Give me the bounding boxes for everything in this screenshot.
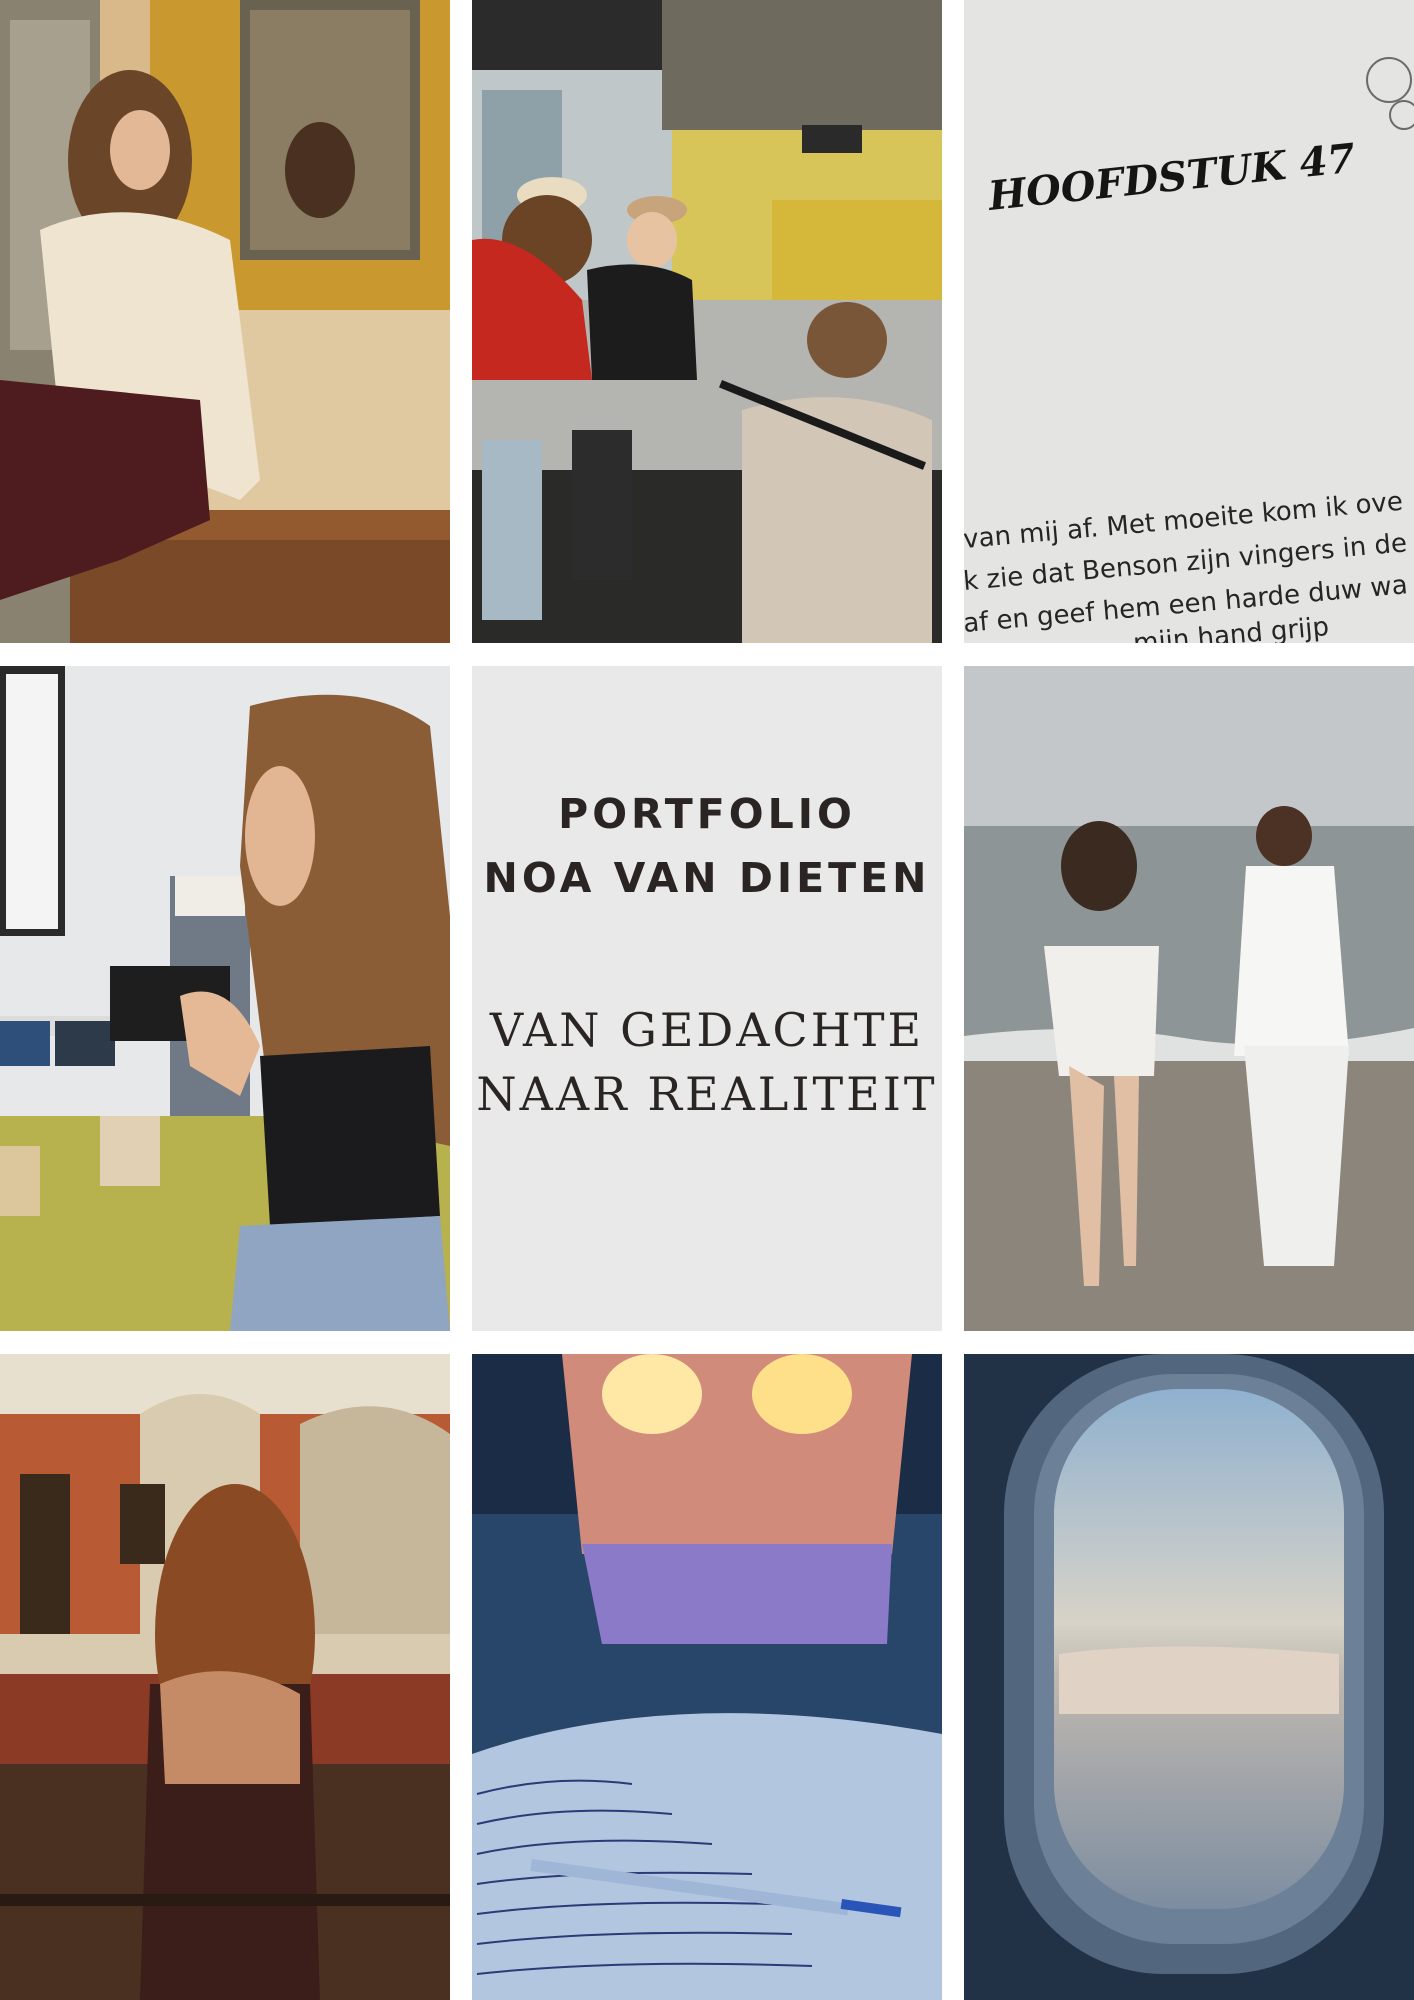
portfolio-title-card: PORTFOLIO NOA VAN DIETEN VAN GEDACHTE NA…	[472, 666, 942, 1331]
photo-hotel-atrium	[0, 1354, 450, 2000]
photo-script-reading	[472, 0, 942, 643]
subtitle-line-1: VAN GEDACHTE	[489, 1003, 925, 1057]
photo-beach-couple	[964, 666, 1414, 1331]
photo-mirror-portrait	[0, 0, 450, 643]
subtitle-line-2: NAAR REALITEIT	[476, 1067, 938, 1121]
photo-candle-letter	[472, 1354, 942, 2000]
photo-book-page: HOOFDSTUK 47 van mij af. Met moeite kom …	[964, 0, 1414, 643]
photo-airplane-window	[964, 1354, 1414, 2000]
portfolio-title: PORTFOLIO	[558, 790, 856, 838]
author-name: NOA VAN DIETEN	[483, 854, 931, 902]
photo-camera-operator	[0, 666, 450, 1331]
